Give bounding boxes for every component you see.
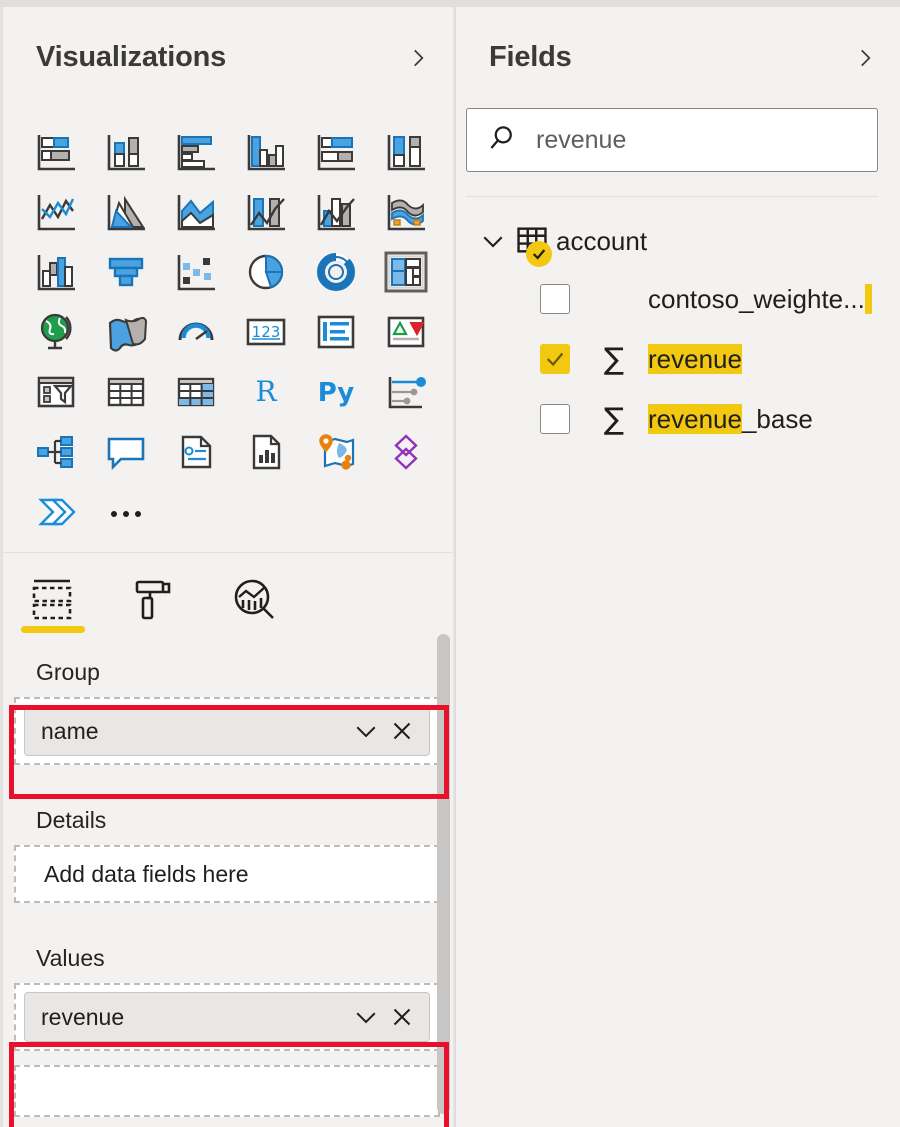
viz-icon-slicer[interactable]: [21, 366, 91, 418]
well-label-details: Details: [3, 795, 453, 845]
viz-icon-filled-map[interactable]: [91, 306, 161, 358]
chevron-right-icon[interactable]: [405, 45, 431, 71]
viz-icon-donut-chart[interactable]: [301, 246, 371, 298]
viz-icon-decomposition-tree[interactable]: [21, 426, 91, 478]
viz-icon-stacked-bar-chart[interactable]: [21, 126, 91, 178]
well-label-group: Group: [3, 647, 453, 697]
tree-field-contoso-weighted[interactable]: contoso_weighte...: [456, 269, 900, 329]
viz-icon-r-script-visual[interactable]: R: [231, 366, 301, 418]
viz-icon-card[interactable]: 123: [231, 306, 301, 358]
viz-icon-power-apps[interactable]: [371, 426, 441, 478]
viz-icon-clustered-column-chart[interactable]: [231, 126, 301, 178]
dropzone-group[interactable]: name: [14, 697, 440, 765]
chevron-down-icon[interactable]: [478, 226, 508, 256]
field-pill-label: name: [41, 718, 345, 745]
tree-field-revenue-base[interactable]: ∑ revenue_base: [456, 389, 900, 449]
viz-icon-line-and-stacked-column-chart[interactable]: [231, 186, 301, 238]
viz-icon-kpi[interactable]: [371, 306, 441, 358]
chevron-right-icon[interactable]: [852, 45, 878, 71]
viz-icon-python-visual[interactable]: Py: [301, 366, 371, 418]
tree-field-label: contoso_weighte...: [648, 284, 872, 315]
viz-icon-smart-narrative[interactable]: [161, 426, 231, 478]
viz-icon-map[interactable]: [21, 306, 91, 358]
tree-table-label: account: [556, 226, 647, 257]
viz-icon-line-chart[interactable]: [21, 186, 91, 238]
dropzone-details[interactable]: Add data fields here: [14, 845, 440, 903]
viz-icon-line-and-clustered-column-chart[interactable]: [301, 186, 371, 238]
fields-search-wrap: revenue: [456, 108, 900, 197]
viz-icon-table[interactable]: [91, 366, 161, 418]
tab-analytics[interactable]: [203, 563, 303, 641]
visualizations-header: Visualizations: [3, 7, 453, 108]
tree-field-label: revenue: [648, 344, 742, 375]
fields-tree: account contoso_weighte... ∑ revenue ∑ r…: [456, 197, 900, 449]
viz-icon-area-chart[interactable]: [91, 186, 161, 238]
search-input[interactable]: revenue: [466, 108, 878, 172]
tree-node-account[interactable]: account: [456, 213, 900, 269]
viz-icon-key-influencers[interactable]: [371, 366, 441, 418]
tab-fields[interactable]: [3, 563, 103, 641]
viz-icon-q-and-a[interactable]: [91, 426, 161, 478]
viz-icon-scatter-chart[interactable]: [161, 246, 231, 298]
tree-field-revenue[interactable]: ∑ revenue: [456, 329, 900, 389]
viz-icon-stacked-column-chart[interactable]: [91, 126, 161, 178]
fields-pane: Fields revenue: [455, 7, 900, 1127]
viz-icon-gauge[interactable]: [161, 306, 231, 358]
viz-icon-paginated-report[interactable]: [231, 426, 301, 478]
viz-icon-multi-row-card[interactable]: [301, 306, 371, 358]
power-bi-panes: Visualizations: [0, 0, 900, 1127]
highlight-truncation-marker: [865, 284, 872, 314]
dropzone-values[interactable]: revenue: [14, 983, 440, 1051]
viz-icon-funnel-chart[interactable]: [91, 246, 161, 298]
viz-icon-stacked-area-chart[interactable]: [161, 186, 231, 238]
svg-text:R: R: [255, 375, 277, 408]
pane-divider: [3, 552, 453, 553]
tab-fields-underline: [21, 626, 85, 633]
chevron-down-icon[interactable]: [351, 716, 381, 746]
fields-pane-title: Fields: [489, 41, 572, 74]
tab-format[interactable]: [103, 563, 203, 641]
viz-icon-azure-map[interactable]: [301, 426, 371, 478]
vertical-scrollbar[interactable]: [437, 634, 450, 1114]
viz-icon-clustered-bar-chart[interactable]: [161, 126, 231, 178]
viz-icon-hundred-percent-stacked-bar-chart[interactable]: [301, 126, 371, 178]
search-icon: [487, 123, 517, 158]
well-label-values: Values: [3, 933, 453, 983]
viz-icon-power-automate[interactable]: [21, 486, 91, 538]
fields-header: Fields: [456, 7, 900, 108]
field-pill-label: revenue: [41, 1004, 345, 1031]
field-checkbox[interactable]: [540, 344, 570, 374]
field-checkbox[interactable]: [540, 404, 570, 434]
table-icon-wrap: [514, 223, 554, 259]
sum-aggregate-icon: ∑: [596, 402, 632, 437]
sum-aggregate-icon: ∑: [596, 342, 632, 377]
viz-icon-more-options[interactable]: [91, 486, 161, 538]
viz-icon-hundred-percent-stacked-column-chart[interactable]: [371, 126, 441, 178]
search-value: revenue: [536, 126, 626, 155]
viz-icon-treemap[interactable]: [371, 246, 441, 298]
top-strip: [0, 0, 900, 7]
svg-text:Py: Py: [318, 378, 355, 408]
tree-field-label: revenue_base: [648, 404, 813, 435]
chevron-down-icon[interactable]: [351, 1002, 381, 1032]
visual-config-tabs: [3, 563, 453, 641]
visual-type-grid: 123: [3, 108, 453, 538]
viz-icon-ribbon-chart[interactable]: [371, 186, 441, 238]
close-icon[interactable]: [387, 1002, 417, 1032]
field-pill-name[interactable]: name: [24, 706, 430, 756]
check-badge: [526, 241, 552, 267]
dropzone-next-partial[interactable]: [14, 1065, 440, 1117]
viz-icon-pie-chart[interactable]: [231, 246, 301, 298]
page-title: Visualizations: [36, 41, 226, 74]
close-icon[interactable]: [387, 716, 417, 746]
field-wells: Group name Details Add data fields here …: [3, 647, 453, 1127]
field-checkbox[interactable]: [540, 284, 570, 314]
viz-icon-waterfall-chart[interactable]: [21, 246, 91, 298]
viz-icon-matrix[interactable]: [161, 366, 231, 418]
visualizations-pane: Visualizations: [2, 7, 453, 1127]
field-pill-revenue[interactable]: revenue: [24, 992, 430, 1042]
